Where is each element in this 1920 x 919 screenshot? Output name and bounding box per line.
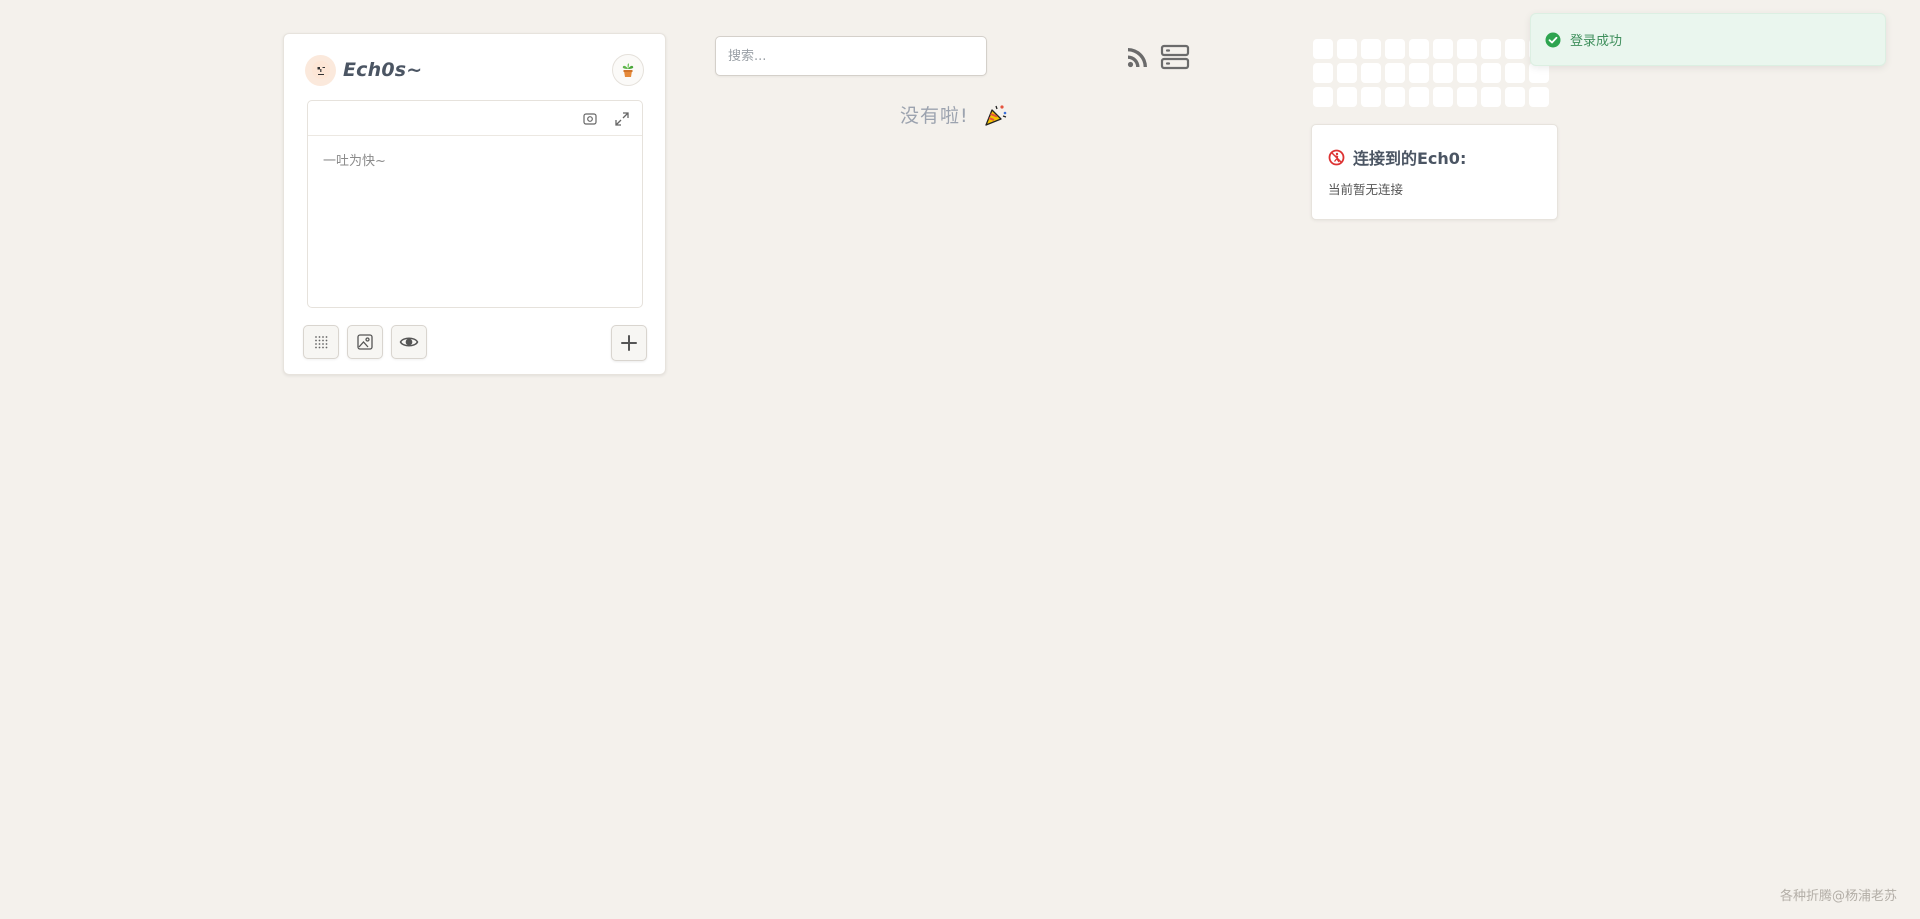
live-preview-icon[interactable]: [580, 109, 600, 129]
editor-textarea[interactable]: 一吐为快~: [308, 136, 642, 183]
heatmap-cell: [1457, 87, 1477, 107]
eye-icon[interactable]: [391, 325, 427, 359]
dotted-grid-icon[interactable]: [303, 325, 339, 359]
heatmap-cell: [1361, 63, 1381, 83]
editor-box: 一吐为快~: [307, 100, 643, 308]
editor-toolbar: [308, 101, 642, 136]
app-page: Ech0s~ 一吐为快~ 搜索... 没有啦! 连接到的Ech0: 当前暂无连接…: [0, 0, 1920, 919]
editor-card: Ech0s~ 一吐为快~: [283, 33, 666, 375]
editor-header: Ech0s~: [305, 54, 644, 86]
heatmap-cell: [1313, 63, 1333, 83]
potted-plant-icon[interactable]: [612, 54, 644, 86]
heatmap-cell: [1337, 63, 1357, 83]
heatmap-cell: [1457, 39, 1477, 59]
footer-credit: 各种折腾@杨浦老苏: [1779, 889, 1897, 904]
activity-heatmap: [1313, 39, 1553, 107]
face-avatar-icon: [305, 54, 336, 86]
empty-state: 没有啦!: [900, 101, 1008, 128]
heatmap-cell: [1481, 39, 1501, 59]
connect-header: 连接到的Ech0:: [1328, 145, 1466, 169]
heatmap-cell: [1385, 87, 1405, 107]
server-icon[interactable]: [1160, 44, 1190, 70]
heatmap-cell: [1505, 63, 1525, 83]
heatmap-cell: [1529, 87, 1549, 107]
heatmap-cell: [1361, 87, 1381, 107]
heatmap-cell: [1481, 87, 1501, 107]
party-popper-icon: [984, 104, 1006, 126]
plus-icon: [621, 335, 637, 351]
brand-title: Ech0s~: [343, 59, 423, 81]
heatmap-cell: [1385, 63, 1405, 83]
heatmap-cell: [1529, 63, 1549, 83]
rss-icon[interactable]: [1126, 45, 1150, 69]
heatmap-cell: [1361, 39, 1381, 59]
heatmap-cell: [1505, 87, 1525, 107]
heatmap-cell: [1433, 87, 1453, 107]
success-toast: 登录成功: [1530, 13, 1886, 66]
connect-empty-text: 当前暂无连接: [1328, 182, 1404, 197]
connect-card: 连接到的Ech0: 当前暂无连接: [1311, 124, 1558, 220]
heatmap-cell: [1409, 39, 1429, 59]
empty-text: 没有啦!: [900, 105, 969, 127]
heatmap-cell: [1313, 87, 1333, 107]
heatmap-cell: [1433, 39, 1453, 59]
image-icon[interactable]: [347, 325, 383, 359]
no-connection-icon: [1328, 149, 1345, 165]
heatmap-cell: [1385, 39, 1405, 59]
heatmap-cell: [1337, 87, 1357, 107]
heatmap-cell: [1337, 39, 1357, 59]
editor-tools: [303, 325, 427, 359]
expand-icon[interactable]: [612, 109, 632, 129]
heatmap-cell: [1481, 63, 1501, 83]
editor-placeholder: 一吐为快~: [323, 154, 386, 169]
heatmap-cell: [1457, 63, 1477, 83]
heatmap-cell: [1433, 63, 1453, 83]
check-circle-icon: [1545, 32, 1561, 47]
toast-message: 登录成功: [1570, 34, 1623, 49]
connect-title: 连接到的Ech0:: [1353, 149, 1467, 168]
add-button[interactable]: [611, 325, 647, 361]
search-input[interactable]: [715, 36, 987, 76]
heatmap-cell: [1409, 87, 1429, 107]
heatmap-cell: [1505, 39, 1525, 59]
heatmap-cell: [1409, 63, 1429, 83]
heatmap-cell: [1313, 39, 1333, 59]
